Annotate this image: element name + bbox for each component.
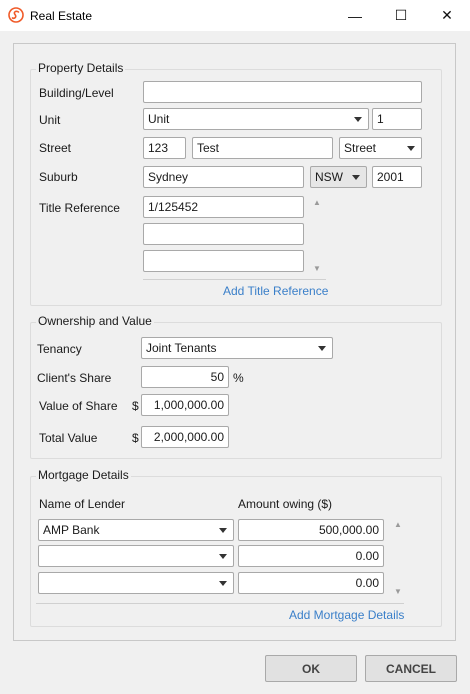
- suburb-field[interactable]: Sydney: [143, 166, 304, 188]
- value-of-share-field[interactable]: 1,000,000.00: [141, 394, 229, 416]
- chevron-down-icon: [318, 346, 326, 351]
- chevron-down-icon: [219, 528, 227, 533]
- title-reference-field-1[interactable]: 1/125452: [143, 196, 304, 218]
- street-label: Street: [39, 141, 72, 155]
- chevron-down-icon: [354, 117, 362, 122]
- street-number-field[interactable]: 123: [143, 137, 186, 159]
- divider: [36, 603, 404, 604]
- street-type-value: Street: [344, 141, 377, 155]
- ownership-title: Ownership and Value: [36, 314, 154, 328]
- close-icon: ✕: [441, 7, 453, 23]
- amount-column-header: Amount owing ($): [238, 497, 333, 511]
- title-reference-field-3[interactable]: [143, 250, 304, 272]
- lender-dropdown-1[interactable]: AMP Bank: [38, 519, 234, 541]
- amount-field-3[interactable]: 0.00: [238, 572, 384, 594]
- cancel-button[interactable]: CANCEL: [365, 655, 457, 682]
- postcode-field[interactable]: 2001: [372, 166, 422, 188]
- suburb-label: Suburb: [39, 170, 78, 184]
- add-mortgage-details-link[interactable]: Add Mortgage Details: [289, 608, 404, 622]
- lender-dropdown-3[interactable]: [38, 572, 234, 594]
- minimize-icon: —: [348, 7, 362, 24]
- building-level-field[interactable]: [143, 81, 422, 103]
- street-type-dropdown[interactable]: Street: [339, 137, 422, 159]
- divider: [143, 279, 326, 280]
- street-name-field[interactable]: Test: [192, 137, 333, 159]
- ok-button[interactable]: OK: [265, 655, 357, 682]
- building-level-label: Building/Level: [39, 86, 114, 100]
- property-details-title: Property Details: [36, 61, 126, 75]
- mortgage-title: Mortgage Details: [36, 468, 131, 482]
- state-value: NSW: [315, 170, 343, 184]
- currency-symbol: $: [132, 399, 139, 413]
- chevron-down-icon: [219, 581, 227, 586]
- title-reference-field-2[interactable]: [143, 223, 304, 245]
- total-value-label: Total Value: [39, 431, 98, 445]
- scroll-down-icon[interactable]: ▼: [394, 587, 402, 596]
- minimize-button[interactable]: —: [332, 0, 378, 31]
- unit-number-field[interactable]: 1: [372, 108, 422, 130]
- lender-dropdown-2[interactable]: [38, 545, 234, 567]
- unit-type-dropdown[interactable]: Unit: [143, 108, 369, 130]
- add-title-reference-link[interactable]: Add Title Reference: [223, 284, 328, 298]
- tenancy-dropdown[interactable]: Joint Tenants: [141, 337, 333, 359]
- tenancy-label: Tenancy: [37, 342, 82, 356]
- unit-label: Unit: [39, 113, 61, 127]
- scroll-up-icon[interactable]: ▲: [394, 520, 402, 529]
- maximize-button[interactable]: ☐: [378, 0, 424, 31]
- chevron-down-icon: [407, 146, 415, 151]
- title-reference-label: Title Reference: [39, 201, 120, 215]
- client-share-label: Client's Share: [37, 371, 112, 385]
- app-logo-icon: [8, 7, 24, 23]
- maximize-icon: ☐: [394, 7, 408, 23]
- value-of-share-label: Value of Share: [39, 399, 118, 413]
- unit-type-value: Unit: [148, 112, 170, 126]
- percent-unit: %: [233, 371, 244, 385]
- window-title: Real Estate: [30, 9, 93, 23]
- scroll-up-icon[interactable]: ▲: [313, 198, 321, 207]
- close-button[interactable]: ✕: [424, 0, 470, 31]
- amount-field-2[interactable]: 0.00: [238, 545, 384, 567]
- title-bar: Real Estate — ☐ ✕: [0, 0, 470, 31]
- scroll-down-icon[interactable]: ▼: [313, 264, 321, 273]
- total-value-field[interactable]: 2,000,000.00: [141, 426, 229, 448]
- lender-value: AMP Bank: [43, 523, 100, 537]
- client-share-field[interactable]: 50: [141, 366, 229, 388]
- currency-symbol: $: [132, 431, 139, 445]
- chevron-down-icon: [219, 554, 227, 559]
- amount-field-1[interactable]: 500,000.00: [238, 519, 384, 541]
- tenancy-value: Joint Tenants: [146, 341, 217, 355]
- state-dropdown[interactable]: NSW: [310, 166, 367, 188]
- lender-column-header: Name of Lender: [39, 497, 126, 511]
- chevron-down-icon: [352, 175, 360, 180]
